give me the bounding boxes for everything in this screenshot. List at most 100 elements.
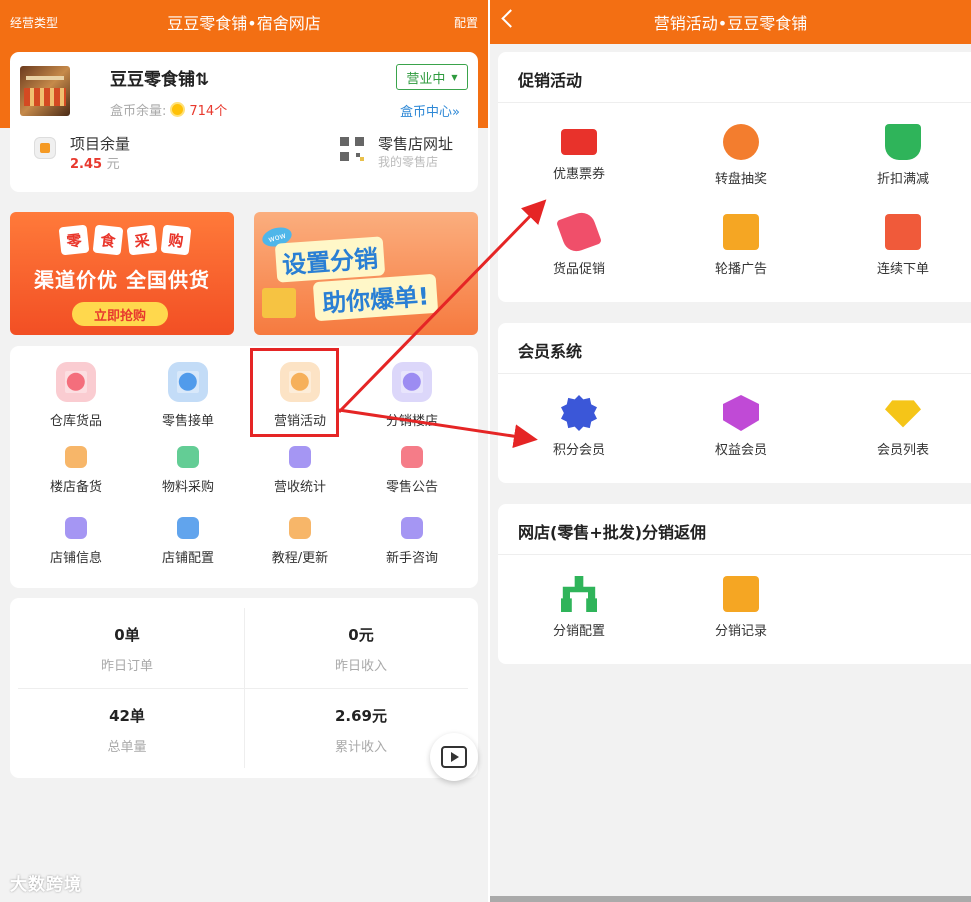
item-member-list[interactable]: 会员列表 [822, 395, 971, 458]
item-distribution-config[interactable]: 分销配置 [498, 576, 660, 639]
item-distribution-records[interactable]: 分销记录 [660, 576, 822, 639]
stat-value: 0元 [348, 626, 374, 644]
top-bar: 经营类型 豆豆零食铺•宿舍网店 配置 [0, 0, 488, 44]
func-distribution-stores[interactable]: 分销楼店 [356, 362, 468, 429]
section-title: 促销活动 [518, 71, 583, 90]
diamond-icon [885, 400, 921, 428]
item-label: 折扣满减 [876, 172, 929, 187]
mascot-icon [392, 362, 432, 402]
item-label: 优惠票券 [552, 167, 605, 182]
item-label: 积分会员 [552, 443, 605, 458]
project-balance-value: 2.45 元 [70, 153, 120, 172]
item-label: 连续下单 [876, 262, 929, 277]
section-title: 网店(零售+批发)分销返佣 [518, 523, 707, 542]
func-store-config[interactable]: 店铺配置 [132, 517, 244, 566]
hierarchy-icon [561, 576, 597, 612]
func-store-stock[interactable]: 楼店备货 [20, 446, 132, 495]
item-wheel-lottery[interactable]: 转盘抽奖 [660, 124, 822, 187]
wallet-icon [34, 137, 56, 159]
section-title: 会员系统 [518, 342, 583, 361]
promo-tag-icon [555, 208, 603, 256]
stats-card: 0单 昨日订单 0元 昨日收入 42单 总单量 2.69元 累计收入 [10, 598, 478, 778]
item-label: 轮播广告 [714, 262, 767, 277]
stat-yesterday-income: 0元 昨日收入 [244, 624, 478, 674]
config-link[interactable]: 配置 [454, 14, 478, 31]
func-retail-notice[interactable]: 零售公告 [356, 446, 468, 495]
coupon-icon [561, 129, 597, 155]
func-label: 仓库货品 [49, 414, 102, 429]
item-consecutive-orders[interactable]: 连续下单 [822, 214, 971, 277]
stat-value: 42单 [109, 707, 145, 725]
store-name-switch[interactable]: 豆豆零食铺⇅ [110, 65, 209, 90]
coin-label: 盒币余量: [110, 104, 167, 119]
lollipop-icon [56, 362, 96, 402]
func-newbie-consult[interactable]: 新手咨询 [356, 517, 468, 566]
func-label: 分销楼店 [385, 414, 438, 429]
stat-label: 昨日收入 [334, 659, 387, 674]
bottom-bar [490, 896, 971, 902]
snack-purchase-banner[interactable]: 零 食 采 购 渠道价优 全国供货 立即抢购 [10, 212, 234, 335]
caret-down-icon: ▼ [451, 72, 458, 82]
coin-center-link[interactable]: 盒币中心» [400, 101, 460, 120]
stat-total-orders: 42单 总单量 [10, 705, 244, 755]
page-title: 营销活动•豆豆零食铺 [653, 14, 808, 33]
item-rights-member[interactable]: 权益会员 [660, 395, 822, 458]
business-status-dropdown[interactable]: 营业中 ▼ [396, 64, 468, 90]
section-distribution: 网店(零售+批发)分销返佣 分销配置 分销记录 [498, 504, 971, 664]
retail-shop-url-label[interactable]: 零售店网址 [378, 133, 453, 154]
points-badge-icon [561, 395, 597, 431]
item-discount[interactable]: 折扣满减 [822, 124, 971, 187]
coin-value: 714个 [189, 104, 228, 119]
play-icon [441, 746, 467, 768]
gift-box-icon [262, 288, 296, 318]
banner-tiles: 零 食 采 购 [58, 224, 192, 256]
section-promotions: 促销活动 优惠票券 转盘抽奖 折扣满减 货品促销 轮播广告 连续下单 [498, 52, 971, 302]
func-warehouse-goods[interactable]: 仓库货品 [20, 362, 132, 429]
stat-label: 总单量 [107, 740, 147, 755]
marketing-pane: 营销活动•豆豆零食铺 促销活动 优惠票券 转盘抽奖 折扣满减 货品促销 轮播广告… [490, 0, 971, 902]
item-label: 分销配置 [552, 624, 605, 639]
status-label: 营业中 [406, 71, 446, 87]
stat-value: 0单 [114, 626, 140, 644]
stat-label: 昨日订单 [100, 659, 153, 674]
item-coupons[interactable]: 优惠票券 [498, 124, 660, 182]
back-arrow-icon[interactable] [501, 9, 520, 28]
divider [498, 373, 971, 374]
func-label: 店铺配置 [161, 551, 214, 566]
func-material-purchase[interactable]: 物料采购 [132, 446, 244, 495]
store-home-pane: 经营类型 豆豆零食铺•宿舍网店 配置 豆豆零食铺⇅ 盒币余量: 714个 营业中… [0, 0, 488, 902]
store-info-icon [65, 517, 87, 539]
record-icon [723, 576, 759, 612]
item-label: 会员列表 [876, 443, 929, 458]
banner-tile: 食 [92, 224, 124, 256]
wheel-icon [723, 124, 759, 160]
func-label: 教程/更新 [271, 551, 329, 566]
func-retail-orders[interactable]: 零售接单 [132, 362, 244, 429]
store-logo[interactable] [20, 66, 70, 116]
box-icon [65, 446, 87, 468]
func-label: 店铺信息 [49, 551, 102, 566]
item-label: 货品促销 [552, 262, 605, 277]
func-revenue-stats[interactable]: 营收统计 [244, 446, 356, 495]
vip-medal-icon [723, 395, 759, 431]
business-type-link[interactable]: 经营类型 [10, 14, 58, 31]
ad-icon [723, 214, 759, 250]
function-grid: 仓库货品 零售接单 营销活动 分销楼店 楼店备货 物料采购 营收统计 零售公告 … [10, 346, 478, 588]
buy-now-button[interactable]: 立即抢购 [72, 302, 168, 326]
discount-icon [885, 124, 921, 160]
func-tutorial-update[interactable]: 教程/更新 [244, 517, 356, 566]
distribution-banner[interactable]: wow 设置分销 助你爆单! [254, 212, 478, 335]
func-label: 楼店备货 [49, 480, 102, 495]
func-store-info[interactable]: 店铺信息 [20, 517, 132, 566]
video-tutorial-button[interactable] [430, 733, 478, 781]
item-goods-promo[interactable]: 货品促销 [498, 208, 660, 277]
item-points-member[interactable]: 积分会员 [498, 395, 660, 458]
item-carousel-ads[interactable]: 轮播广告 [660, 214, 822, 277]
divider [18, 688, 468, 689]
banner-tile: 零 [58, 224, 90, 256]
banner-headline: 设置分销 [274, 236, 386, 283]
project-balance-label[interactable]: 项目余量 [70, 133, 130, 154]
divider [498, 102, 971, 103]
item-label: 权益会员 [714, 443, 767, 458]
item-label: 分销记录 [714, 624, 767, 639]
